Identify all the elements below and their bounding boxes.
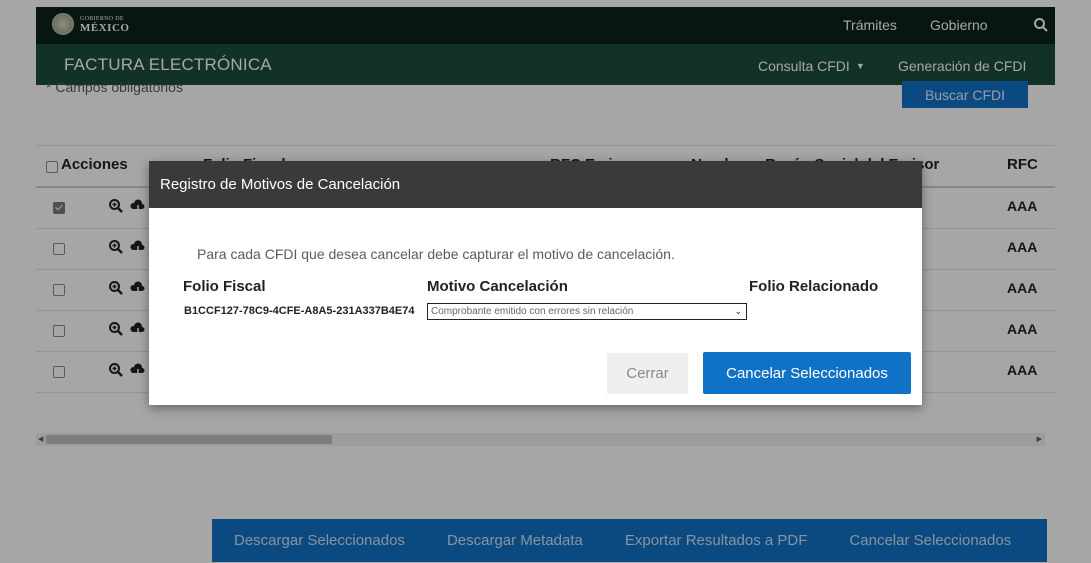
cancelar-seleccionados-button[interactable]: Cancelar Seleccionados (703, 352, 911, 394)
modal-instructions: Para cada CFDI que desea cancelar debe c… (197, 246, 675, 262)
col-header-folio: Folio Fiscal (183, 278, 266, 295)
cancel-reasons-modal: Registro de Motivos de Cancelación Para … (149, 161, 922, 405)
col-header-relacionado: Folio Relacionado (749, 278, 879, 295)
motivo-cancelacion-select[interactable]: Comprobante emitido con errores sin rela… (427, 303, 747, 320)
folio-fiscal-value: B1CCF127-78C9-4CFE-A8A5-231A337B4E74 (184, 305, 415, 317)
cerrar-button[interactable]: Cerrar (607, 353, 688, 394)
modal-title: Registro de Motivos de Cancelación (149, 161, 922, 208)
col-header-motivo: Motivo Cancelación (427, 278, 568, 295)
motivo-selected-value: Comprobante emitido con errores sin rela… (431, 306, 634, 317)
chevron-down-icon: ⌄ (734, 306, 742, 316)
